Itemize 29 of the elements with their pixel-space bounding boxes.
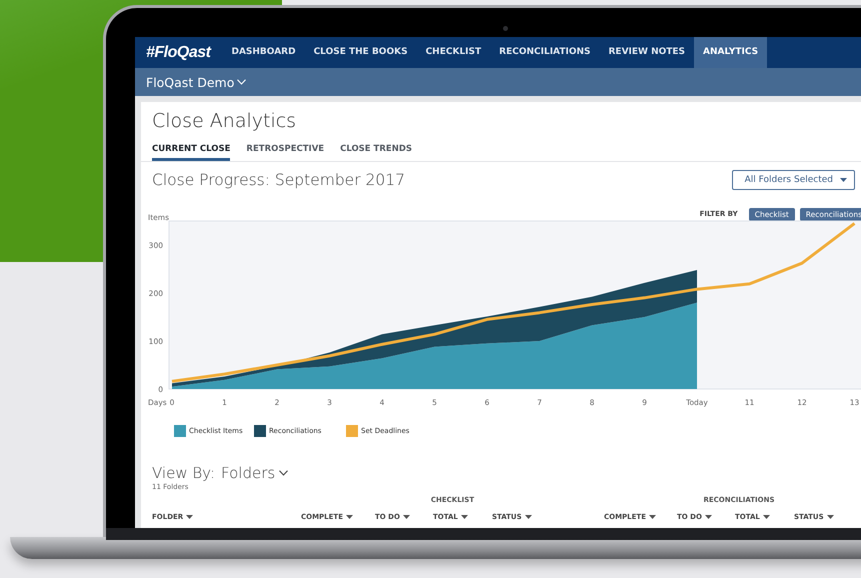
- caret-icon: [704, 515, 712, 519]
- caret-icon: [524, 515, 532, 519]
- nav-tab[interactable]: CLOSE THE BOOKS: [304, 37, 417, 68]
- caret-icon: [826, 515, 834, 519]
- caret-icon: [460, 515, 468, 519]
- view-by-value: Folders: [221, 464, 276, 482]
- section-title: Close Progress: September 2017: [152, 171, 405, 189]
- chevron-down-icon: [279, 470, 288, 476]
- page-tab[interactable]: RETROSPECTIVE: [246, 137, 324, 161]
- camera-icon: [503, 26, 508, 31]
- caret-icon: [402, 515, 410, 519]
- page-tab[interactable]: CLOSE TRENDS: [340, 137, 412, 161]
- nav-tab[interactable]: REVIEW NOTES: [599, 37, 694, 68]
- chevron-down-icon: [237, 79, 246, 85]
- page-title: Close Analytics: [152, 109, 298, 134]
- nav-tab[interactable]: ANALYTICS: [694, 37, 768, 68]
- nav-tab[interactable]: DASHBOARD: [222, 37, 305, 68]
- view-by-label: View By:: [152, 464, 216, 482]
- logo[interactable]: #FloQast: [146, 37, 210, 68]
- nav-tab[interactable]: RECONCILIATIONS: [490, 37, 600, 68]
- caret-icon: [186, 515, 194, 519]
- page-tab[interactable]: CURRENT CLOSE: [152, 137, 230, 161]
- caret-icon: [762, 515, 770, 519]
- view-by-selector[interactable]: Folders: [221, 464, 288, 482]
- caret-icon: [346, 515, 353, 519]
- caret-icon: [648, 515, 656, 519]
- folder-dropdown[interactable]: All Folders Selected: [732, 170, 855, 190]
- caret-icon: [840, 178, 847, 182]
- nav-tab[interactable]: CHECKLIST: [416, 37, 490, 68]
